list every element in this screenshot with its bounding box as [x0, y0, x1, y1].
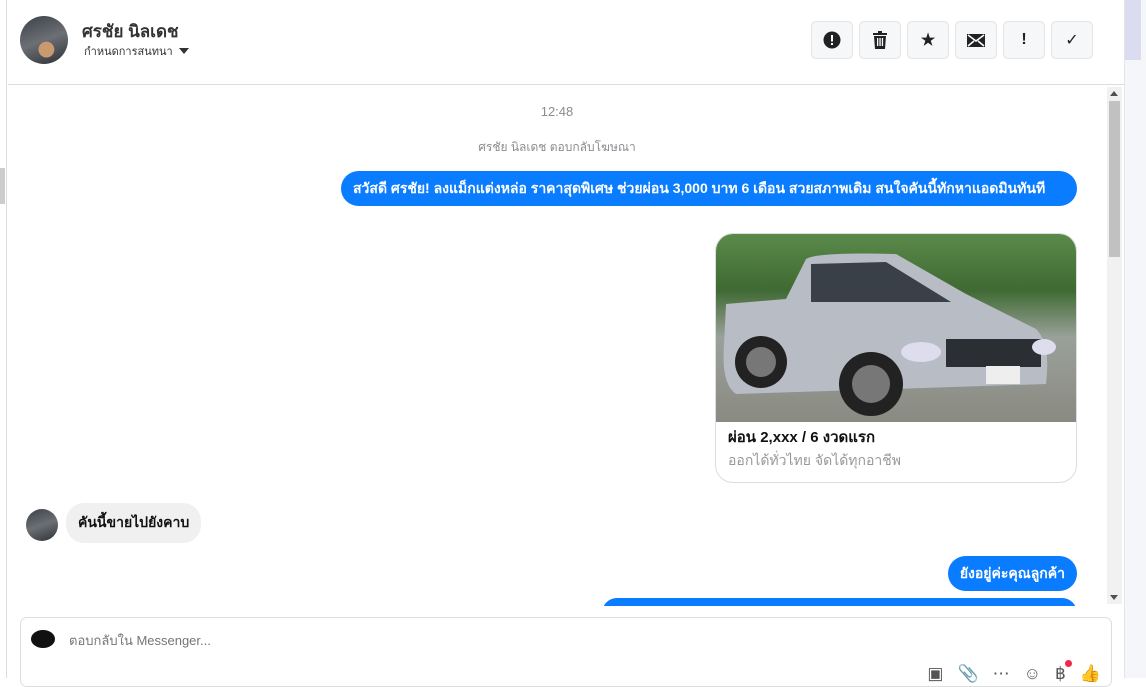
emoji-icon[interactable]: ☺ [1024, 664, 1041, 684]
ad-card-subtitle: ออกได้ทั่วไทย จัดได้ทุกอาชีพ [728, 452, 902, 468]
conversation-settings-label: กำหนดการสนทนา [84, 46, 173, 58]
right-panel [1124, 0, 1146, 678]
scrollbar[interactable] [1107, 87, 1122, 604]
ad-card-title: ผ่อน 2,xxx / 6 งวดแรก [728, 429, 876, 446]
ad-reply-note: ศรชัย นิลเดช ตอบกลับโฆษณา [478, 140, 636, 154]
incoming-message: คันนี้ขายไปยังคาบ [66, 503, 202, 543]
composer: ▣ 📎 ⋯ ☺ ฿ 👍 [20, 617, 1112, 687]
conversation-header: ศรชัย นิลเดช กำหนดการสนทนา ★ ! ✓ [8, 0, 1124, 85]
attachment-icon[interactable]: 📎 [957, 664, 978, 684]
star-button[interactable]: ★ [907, 21, 949, 59]
outgoing-message: ยังอยู่ค่ะคุณลูกค้า [947, 556, 1077, 591]
alert-circle-icon [823, 31, 841, 49]
payment-icon[interactable]: ฿ [1055, 660, 1072, 684]
star-icon: ★ [920, 32, 936, 49]
ad-card[interactable]: ผ่อน 2,xxx / 6 งวดแรก ออกได้ทั่วไทย จัดไ… [715, 233, 1077, 483]
delete-button[interactable] [859, 21, 901, 59]
saved-reply-icon[interactable]: ▣ [927, 664, 943, 684]
exclamation-icon: ! [1021, 31, 1027, 48]
timestamp: 12:48 [540, 104, 574, 119]
avatar[interactable] [20, 16, 68, 64]
like-icon[interactable]: 👍 [1080, 664, 1101, 684]
message-thread: 12:48 ศรชัย นิลเดช ตอบกลับโฆษณา สวัสดี ศ… [8, 86, 1106, 606]
outgoing-message-partial [602, 598, 1077, 606]
check-icon: ✓ [1065, 32, 1079, 49]
mark-unread-button[interactable] [955, 21, 997, 59]
caret-down-icon [178, 48, 189, 54]
follow-up-button[interactable]: ! [1003, 21, 1045, 59]
car-image [716, 234, 1076, 422]
reply-input[interactable] [69, 633, 669, 648]
envelope-icon [967, 33, 985, 47]
conversation-settings-dropdown[interactable]: กำหนดการสนทนา [84, 42, 189, 60]
contact-name[interactable]: ศรชัย นิลเดช [82, 18, 179, 45]
mark-done-button[interactable]: ✓ [1051, 21, 1093, 59]
trash-icon [873, 31, 887, 49]
contact-avatar [26, 509, 58, 541]
mark-spam-button[interactable] [811, 21, 853, 59]
more-icon[interactable]: ⋯ [993, 664, 1010, 684]
left-edge [0, 0, 7, 678]
page-avatar [31, 630, 55, 648]
outgoing-message: สวัสดี ศรชัย! ลงแม็กแต่งหล่อ ราคาสุดพิเศ… [341, 171, 1077, 206]
